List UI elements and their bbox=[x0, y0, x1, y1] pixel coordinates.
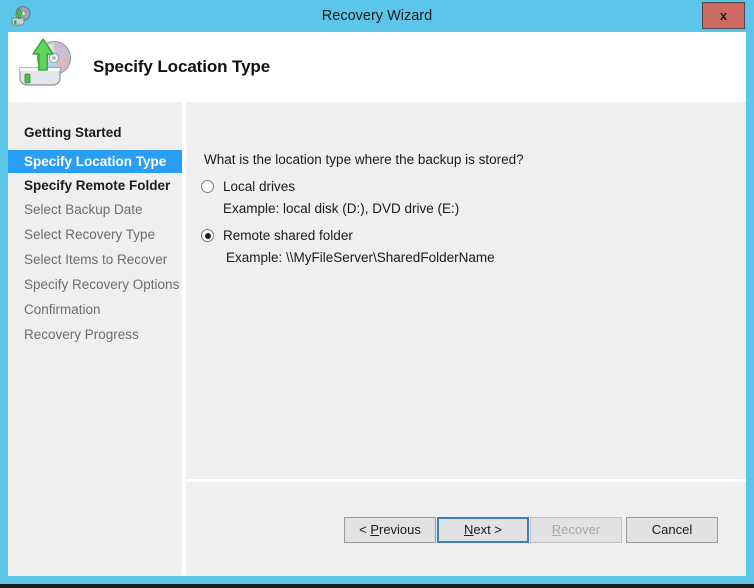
sidebar-item-getting-started[interactable]: Getting Started bbox=[8, 121, 182, 144]
sidebar-item-recovery-progress[interactable]: Recovery Progress bbox=[8, 323, 182, 346]
sidebar-item-select-items-to-recover[interactable]: Select Items to Recover bbox=[8, 248, 182, 271]
previous-button[interactable]: < Previous bbox=[344, 517, 436, 543]
window-bottom-edge bbox=[0, 584, 754, 588]
example-remote-shared-folder: Example: \\MyFileServer\SharedFolderName bbox=[226, 250, 495, 265]
next-button-mnemonic: N bbox=[464, 522, 473, 537]
location-type-question: What is the location type where the back… bbox=[204, 152, 524, 167]
example-local-drives: Example: local disk (D:), DVD drive (E:) bbox=[223, 201, 459, 216]
previous-button-mnemonic: P bbox=[370, 522, 379, 537]
sidebar-item-specify-location-type[interactable]: Specify Location Type bbox=[8, 150, 182, 173]
recover-button-suffix: ecover bbox=[561, 522, 600, 537]
radio-label-local-drives: Local drives bbox=[223, 178, 295, 195]
next-button-suffix: ext > bbox=[473, 522, 502, 537]
title-bar: Recovery Wizard x bbox=[0, 0, 754, 32]
cancel-button[interactable]: Cancel bbox=[626, 517, 718, 543]
sidebar-item-confirmation[interactable]: Confirmation bbox=[8, 298, 182, 321]
close-icon[interactable]: x bbox=[702, 2, 745, 29]
recovery-wizard-window: Recovery Wizard x bbox=[0, 0, 754, 584]
sidebar-item-select-backup-date[interactable]: Select Backup Date bbox=[8, 198, 182, 221]
wizard-sidebar: Getting Started Specify Location Type Sp… bbox=[8, 102, 182, 576]
sidebar-item-specify-recovery-options[interactable]: Specify Recovery Options bbox=[8, 273, 182, 296]
previous-button-suffix: revious bbox=[379, 522, 421, 537]
window-client-area: Specify Location Type Getting Started Sp… bbox=[8, 32, 746, 576]
sidebar-item-specify-remote-folder[interactable]: Specify Remote Folder bbox=[8, 174, 182, 197]
window-title: Recovery Wizard bbox=[0, 0, 754, 32]
next-button[interactable]: Next > bbox=[437, 517, 529, 543]
cancel-button-suffix: Cancel bbox=[652, 522, 692, 537]
wizard-header: Specify Location Type bbox=[8, 32, 746, 100]
recover-button: Recover bbox=[530, 517, 622, 543]
wizard-footer: < Previous Next > Recover Cancel bbox=[186, 482, 746, 576]
sidebar-item-select-recovery-type[interactable]: Select Recovery Type bbox=[8, 223, 182, 246]
radio-button-remote-shared-folder[interactable] bbox=[201, 229, 214, 242]
recover-button-mnemonic: R bbox=[552, 522, 561, 537]
radio-button-local-drives[interactable] bbox=[201, 180, 214, 193]
page-title: Specify Location Type bbox=[93, 57, 270, 77]
radio-label-remote-shared-folder: Remote shared folder bbox=[223, 227, 353, 244]
previous-button-prefix: < bbox=[359, 522, 370, 537]
backup-recovery-icon bbox=[14, 36, 78, 94]
